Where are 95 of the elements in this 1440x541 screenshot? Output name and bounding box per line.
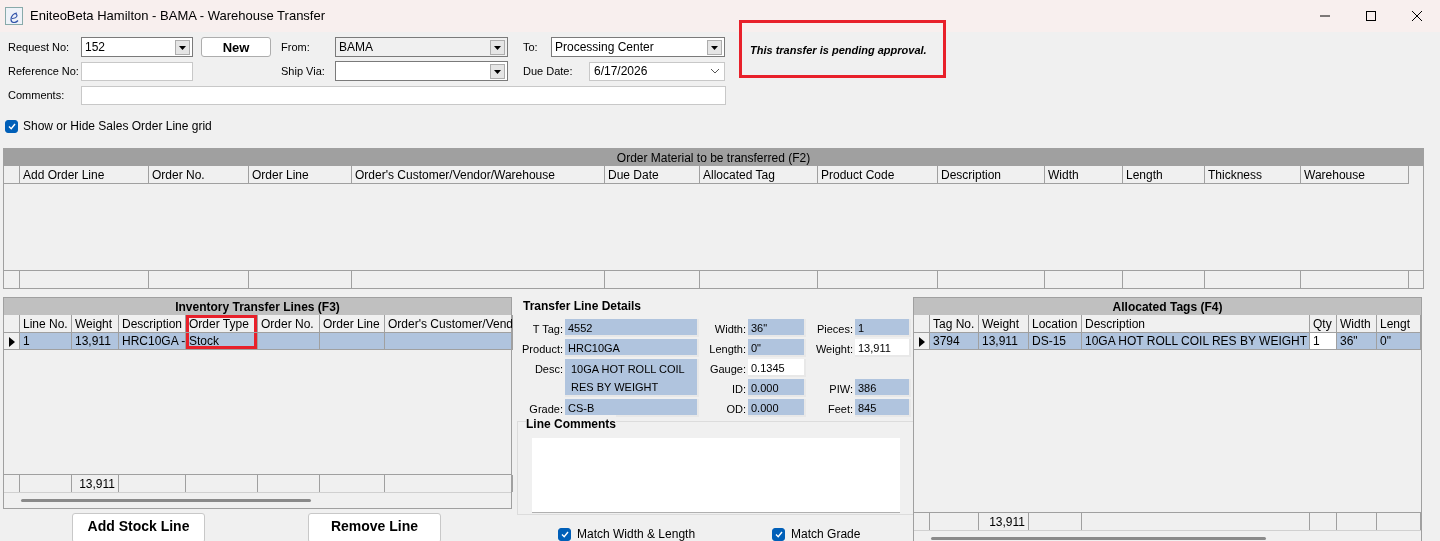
field-label: To:	[523, 39, 539, 55]
total-cell: 13,911	[979, 513, 1029, 530]
close-icon[interactable]	[1411, 10, 1423, 22]
field-label: ID:	[730, 382, 746, 397]
action-button[interactable]: Remove Line	[308, 513, 441, 541]
field-value: 0"	[748, 339, 806, 357]
column-header[interactable]: Order No.	[149, 166, 249, 184]
table-cell: 1	[20, 333, 72, 350]
field-value: 0.000	[748, 379, 806, 397]
field-value[interactable]: 13,911	[855, 339, 911, 357]
column-header[interactable]: Length	[1123, 166, 1205, 184]
table-cell: 13,911	[979, 333, 1029, 350]
field-label: T Tag:	[531, 322, 563, 337]
table-cell: HRC10GA -	[119, 333, 186, 350]
column-header[interactable]: Warehouse	[1301, 166, 1409, 184]
check-icon	[773, 529, 784, 539]
column-header[interactable]: Thickness	[1205, 166, 1301, 184]
field-label: Comments:	[7, 87, 66, 103]
grid-title: Inventory Transfer Lines (F3)	[4, 298, 511, 315]
row-header[interactable]	[914, 333, 930, 350]
field-label: Width:	[713, 322, 746, 337]
maximize-icon[interactable]	[1365, 10, 1377, 22]
column-header[interactable]: Product Code	[818, 166, 938, 184]
comments-field[interactable]	[81, 85, 726, 105]
column-header[interactable]: Order Line	[249, 166, 352, 184]
table-cell: Stock	[186, 333, 258, 350]
field-label: OD:	[725, 402, 746, 417]
field-label: PIW:	[828, 382, 853, 397]
table-row[interactable]: 3794 13,911 DS-15 10GA HOT ROLL COIL RES BY WEIGHT 1 36" 0"	[914, 333, 1421, 350]
row-pointer-icon	[917, 335, 926, 347]
scrollbar-thumb[interactable]	[931, 537, 1266, 540]
scrollbar-thumb[interactable]	[21, 499, 311, 502]
column-header[interactable]: Add Order Line	[20, 166, 149, 184]
table-cell: DS-15	[1029, 333, 1082, 350]
app-logo-icon	[5, 7, 23, 25]
column-header[interactable]: Due Date	[605, 166, 700, 184]
column-header[interactable]: Width	[1045, 166, 1123, 184]
field-label: Desc:	[533, 362, 563, 377]
reference-number-field[interactable]	[81, 61, 193, 81]
field-label: Feet:	[826, 402, 853, 417]
column-header[interactable]: Allocated Tag	[700, 166, 818, 184]
checkbox-label: Match Width & Length	[577, 526, 696, 541]
line-comments-field[interactable]	[532, 438, 900, 513]
table-cell: 36"	[1337, 333, 1377, 350]
approval-notice: This transfer is pending approval.	[750, 44, 927, 56]
field-label: From:	[281, 39, 311, 55]
table-cell: 1	[1310, 333, 1337, 350]
field-value: 36"	[748, 319, 806, 337]
field-label: Grade:	[528, 402, 563, 417]
field-value: 1	[855, 319, 911, 337]
table-cell: 10GA HOT ROLL COIL RES BY WEIGHT	[1082, 333, 1310, 350]
total-cell: 13,911	[72, 475, 119, 492]
grid-title: Allocated Tags (F4)	[914, 298, 1421, 315]
field-label: Due Date:	[523, 63, 574, 79]
row-pointer-icon	[7, 335, 16, 347]
field-label: Product:	[521, 342, 563, 357]
table-cell: 3794	[930, 333, 979, 350]
checkbox[interactable]	[772, 527, 786, 541]
table-cell: 0"	[1377, 333, 1421, 350]
field-label: Request No:	[7, 39, 71, 55]
field-value: 10GA HOT ROLL COIL RES BY WEIGHT	[565, 359, 699, 397]
due-date-picker[interactable]: 6/17/2026	[589, 61, 725, 81]
field-label: Ship Via:	[281, 63, 326, 79]
column-header[interactable]: Order Type	[186, 315, 258, 333]
field-value: 386	[855, 379, 911, 397]
check-icon	[6, 121, 17, 131]
field-label: Gauge:	[708, 362, 746, 377]
grid-title: Order Material to be transferred (F2)	[4, 149, 1423, 166]
check-icon	[559, 529, 570, 539]
request-number-dropdown[interactable]: 152	[81, 37, 193, 57]
window-title: EniteoBeta Hamilton - BAMA - Warehouse Transfer	[30, 7, 326, 26]
field-label: Length:	[708, 342, 746, 357]
field-value: CS-B	[565, 399, 699, 417]
field-label: Weight:	[814, 342, 853, 357]
column-header[interactable]: Order's Customer/Vendor/Warehouse	[352, 166, 605, 184]
field-label: Pieces:	[815, 322, 853, 337]
ship-via-dropdown[interactable]	[335, 61, 508, 81]
field-value: HRC10GA	[565, 339, 699, 357]
table-row[interactable]: 1 13,911 HRC10GA - Stock	[4, 333, 511, 350]
group-title: Transfer Line Details	[523, 298, 643, 315]
checkbox[interactable]	[5, 119, 18, 133]
field-value[interactable]: 0.1345	[748, 359, 806, 377]
checkbox-label: Show or Hide Sales Order Line grid	[23, 118, 212, 135]
column-header[interactable]: Description	[938, 166, 1045, 184]
field-value: 4552	[565, 319, 699, 337]
row-header[interactable]	[4, 333, 20, 350]
field-value: 0.000	[748, 399, 806, 417]
checkbox-label: Match Grade	[791, 526, 861, 541]
field-value: 845	[855, 399, 911, 417]
to-dropdown[interactable]: Processing Center	[551, 37, 725, 57]
new-button[interactable]: New	[201, 37, 271, 57]
action-button[interactable]: Add Stock Line	[72, 513, 205, 541]
table-cell: 13,911	[72, 333, 119, 350]
checkbox[interactable]	[558, 527, 571, 541]
field-label: Reference No:	[7, 63, 80, 79]
